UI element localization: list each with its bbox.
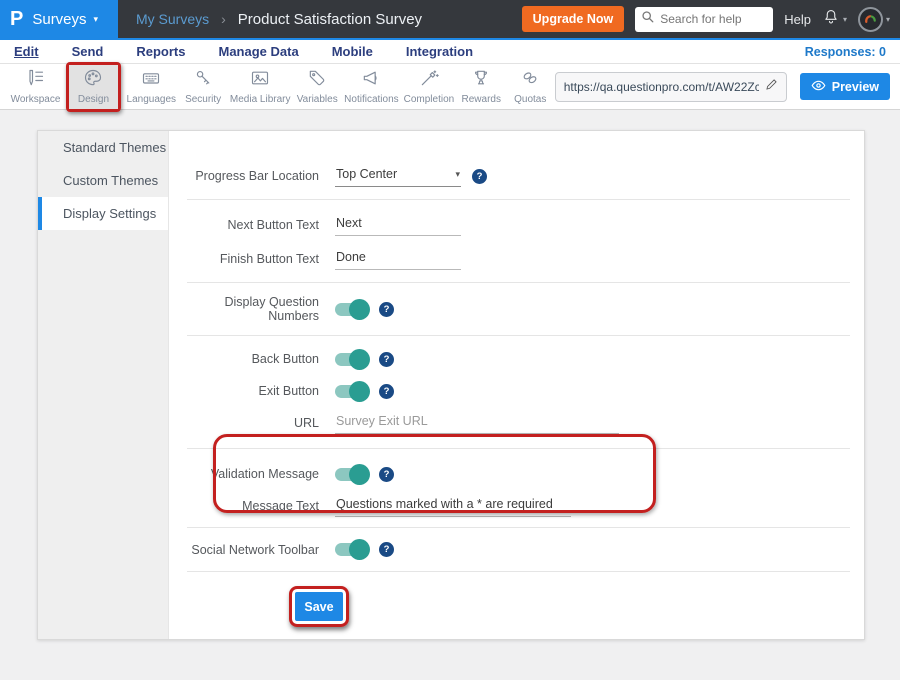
nav-reports[interactable]: Reports xyxy=(136,44,185,59)
finish-button-text-input[interactable] xyxy=(335,248,461,270)
preview-button[interactable]: Preview xyxy=(800,73,890,100)
design-settings-panel: Standard Themes Custom Themes Display Se… xyxy=(37,130,865,640)
next-button-text-input[interactable] xyxy=(335,214,461,236)
finish-button-text-label: Finish Button Text xyxy=(185,252,335,266)
breadcrumb: My Surveys › Product Satisfaction Survey xyxy=(136,0,422,38)
help-icon[interactable]: ? xyxy=(379,542,394,557)
toolbar-media-library[interactable]: Media Library xyxy=(228,65,293,109)
sidebar-item-standard-themes[interactable]: Standard Themes xyxy=(38,131,168,164)
avatar xyxy=(858,7,883,32)
survey-url-text: https://qa.questionpro.com/t/AW22Zcq2J xyxy=(564,80,759,94)
search-icon xyxy=(641,10,654,28)
trophy-icon xyxy=(471,68,491,91)
caret-down-icon: ▾ xyxy=(886,15,890,24)
message-text-input[interactable] xyxy=(335,495,571,517)
chevron-right-icon: › xyxy=(221,11,226,27)
toolbar-workspace[interactable]: Workspace xyxy=(8,65,63,109)
help-icon[interactable]: ? xyxy=(379,302,394,317)
help-icon[interactable]: ? xyxy=(379,352,394,367)
bell-icon xyxy=(822,7,840,31)
account-menu[interactable]: ▾ xyxy=(858,7,890,32)
toolbar-completion[interactable]: Completion xyxy=(401,65,457,109)
survey-url-field[interactable]: https://qa.questionpro.com/t/AW22Zcq2J xyxy=(555,72,787,102)
save-annotation-box: Save xyxy=(289,586,349,627)
questionpro-logo-icon: P xyxy=(10,9,23,29)
key-icon xyxy=(193,68,213,91)
tag-icon xyxy=(307,68,327,91)
exit-button-toggle[interactable] xyxy=(335,385,368,398)
next-button-text-label: Next Button Text xyxy=(185,218,335,232)
keyboard-icon xyxy=(141,68,161,91)
exit-url-input[interactable] xyxy=(335,412,619,434)
search-input[interactable] xyxy=(658,11,767,27)
app-menu-label: Surveys xyxy=(32,11,86,28)
help-icon[interactable]: ? xyxy=(379,384,394,399)
breadcrumb-my-surveys[interactable]: My Surveys xyxy=(136,11,209,27)
magic-wand-icon xyxy=(419,68,439,91)
design-annotation-box: Design xyxy=(66,62,121,112)
progress-bar-location-select[interactable]: Top Center ▾ xyxy=(335,165,461,187)
notifications-menu[interactable]: ▾ xyxy=(822,7,847,31)
toolbar-notifications[interactable]: Notifications xyxy=(342,65,401,109)
display-settings-form: Progress Bar Location Top Center ▾ ? Nex… xyxy=(169,131,864,639)
page-title: Product Satisfaction Survey xyxy=(238,11,422,28)
eye-icon xyxy=(811,80,826,94)
nav-edit[interactable]: Edit xyxy=(14,44,39,59)
help-search-box[interactable] xyxy=(635,7,773,32)
display-question-numbers-toggle[interactable] xyxy=(335,303,368,316)
top-header: P Surveys ▾ My Surveys › Product Satisfa… xyxy=(0,0,900,40)
toolbar-design[interactable]: Design xyxy=(69,65,118,109)
toolbar-rewards[interactable]: Rewards xyxy=(457,65,506,109)
app-menu[interactable]: P Surveys ▾ xyxy=(0,0,118,38)
nav-integration[interactable]: Integration xyxy=(406,44,473,59)
megaphone-icon xyxy=(361,68,381,91)
back-button-label: Back Button xyxy=(185,352,335,366)
back-button-toggle[interactable] xyxy=(335,353,368,366)
toolbar-variables[interactable]: Variables xyxy=(293,65,342,109)
help-link[interactable]: Help xyxy=(784,12,811,27)
upgrade-now-button[interactable]: Upgrade Now xyxy=(522,6,625,32)
social-network-toolbar-label: Social Network Toolbar xyxy=(185,543,335,557)
save-button[interactable]: Save xyxy=(295,592,343,621)
workspace-icon xyxy=(25,68,45,91)
help-icon[interactable]: ? xyxy=(472,169,487,184)
image-icon xyxy=(250,68,270,91)
social-network-toolbar-toggle[interactable] xyxy=(335,543,368,556)
display-question-numbers-label: Display Question Numbers xyxy=(185,295,335,323)
message-text-label: Message Text xyxy=(185,499,335,513)
sidebar-item-custom-themes[interactable]: Custom Themes xyxy=(38,164,168,197)
toolbar-quotas[interactable]: Quotas xyxy=(506,65,555,109)
toolbar-languages[interactable]: Languages xyxy=(124,65,179,109)
nav-send[interactable]: Send xyxy=(72,44,104,59)
chain-link-icon xyxy=(520,68,540,91)
survey-nav: Edit Send Reports Manage Data Mobile Int… xyxy=(0,40,900,64)
themes-sidebar: Standard Themes Custom Themes Display Se… xyxy=(38,131,169,639)
sidebar-item-display-settings[interactable]: Display Settings xyxy=(38,197,168,230)
nav-manage-data[interactable]: Manage Data xyxy=(218,44,298,59)
caret-down-icon: ▾ xyxy=(843,15,847,24)
responses-count: Responses: 0 xyxy=(805,45,886,59)
caret-down-icon: ▾ xyxy=(94,15,99,24)
edit-pencil-icon[interactable] xyxy=(765,78,778,96)
caret-down-icon: ▾ xyxy=(455,170,460,179)
exit-url-label: URL xyxy=(185,416,335,430)
palette-icon xyxy=(83,68,103,91)
help-icon[interactable]: ? xyxy=(379,467,394,482)
validation-message-toggle[interactable] xyxy=(335,468,368,481)
toolbar-security[interactable]: Security xyxy=(179,65,228,109)
nav-mobile[interactable]: Mobile xyxy=(332,44,373,59)
progress-bar-location-label: Progress Bar Location xyxy=(185,169,335,183)
exit-button-label: Exit Button xyxy=(185,384,335,398)
edit-toolbar: Workspace Design Languages Security Medi… xyxy=(0,64,900,110)
validation-message-label: Validation Message xyxy=(185,467,335,481)
